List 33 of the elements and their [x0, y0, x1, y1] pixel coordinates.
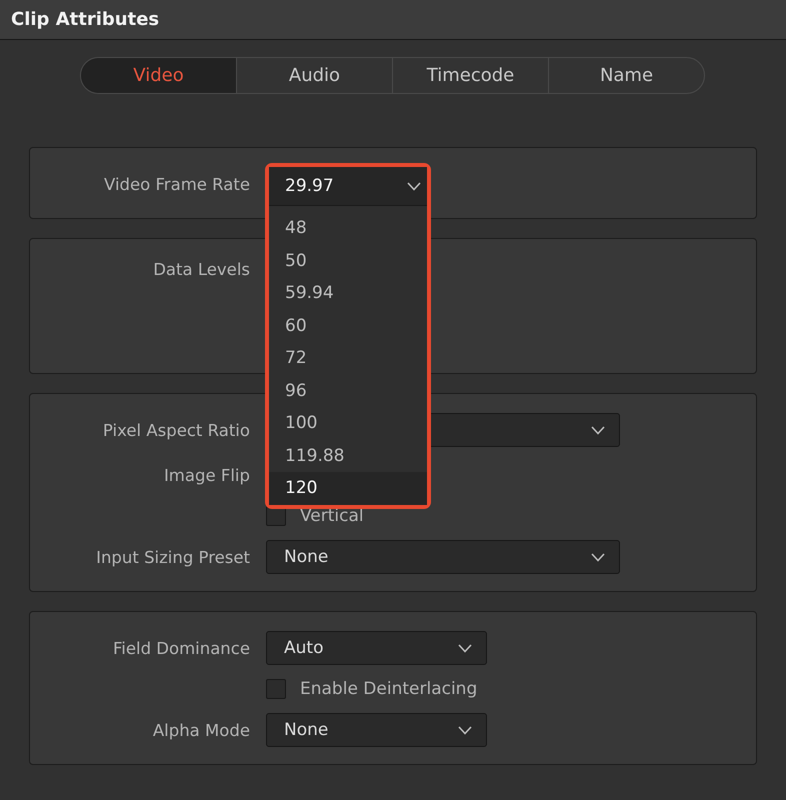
- field-label: Field Dominance: [112, 638, 250, 658]
- dropdown[interactable]: None: [266, 713, 487, 747]
- tab[interactable]: Video: [81, 58, 236, 93]
- chevron-down-icon: [458, 726, 472, 734]
- chevron-down-icon: [458, 644, 472, 652]
- checkbox[interactable]: [266, 679, 286, 699]
- chevron-down-icon: [591, 552, 605, 562]
- field-label: Input Sizing Preset: [95, 548, 250, 566]
- dropdown[interactable]: None: [266, 540, 620, 574]
- menu-option[interactable]: 96: [269, 374, 427, 407]
- menu-option[interactable]: 72: [269, 342, 427, 374]
- dropdown[interactable]: 29.97: [269, 167, 427, 206]
- menu-option[interactable]: 100: [269, 407, 427, 440]
- field-label: Pixel Aspect Ratio: [102, 420, 250, 440]
- menu-option[interactable]: 59.94: [269, 277, 427, 310]
- menu-option[interactable]: 120: [269, 472, 427, 504]
- tab[interactable]: Audio: [236, 58, 392, 93]
- tab[interactable]: Name: [548, 58, 704, 93]
- field-label: Alpha Mode: [152, 720, 250, 740]
- field-label: Data Levels: [152, 260, 250, 278]
- menu-option[interactable]: 48: [269, 212, 427, 244]
- window-title: Clip Attributes: [11, 9, 160, 30]
- chevron-down-icon: [407, 182, 421, 190]
- checkbox-label: Enable Deinterlacing: [300, 679, 478, 699]
- menu-option[interactable]: 60: [269, 310, 427, 342]
- menu-option[interactable]: 119.88: [269, 440, 427, 472]
- menu-option[interactable]: 50: [269, 244, 427, 277]
- checkbox-label: Vertical: [300, 506, 364, 526]
- field-label: Video Frame Rate: [103, 174, 250, 194]
- field-label: Image Flip: [162, 466, 250, 484]
- chevron-down-icon: [591, 426, 605, 434]
- tab[interactable]: Timecode: [392, 58, 548, 93]
- dropdown[interactable]: Auto: [266, 631, 487, 665]
